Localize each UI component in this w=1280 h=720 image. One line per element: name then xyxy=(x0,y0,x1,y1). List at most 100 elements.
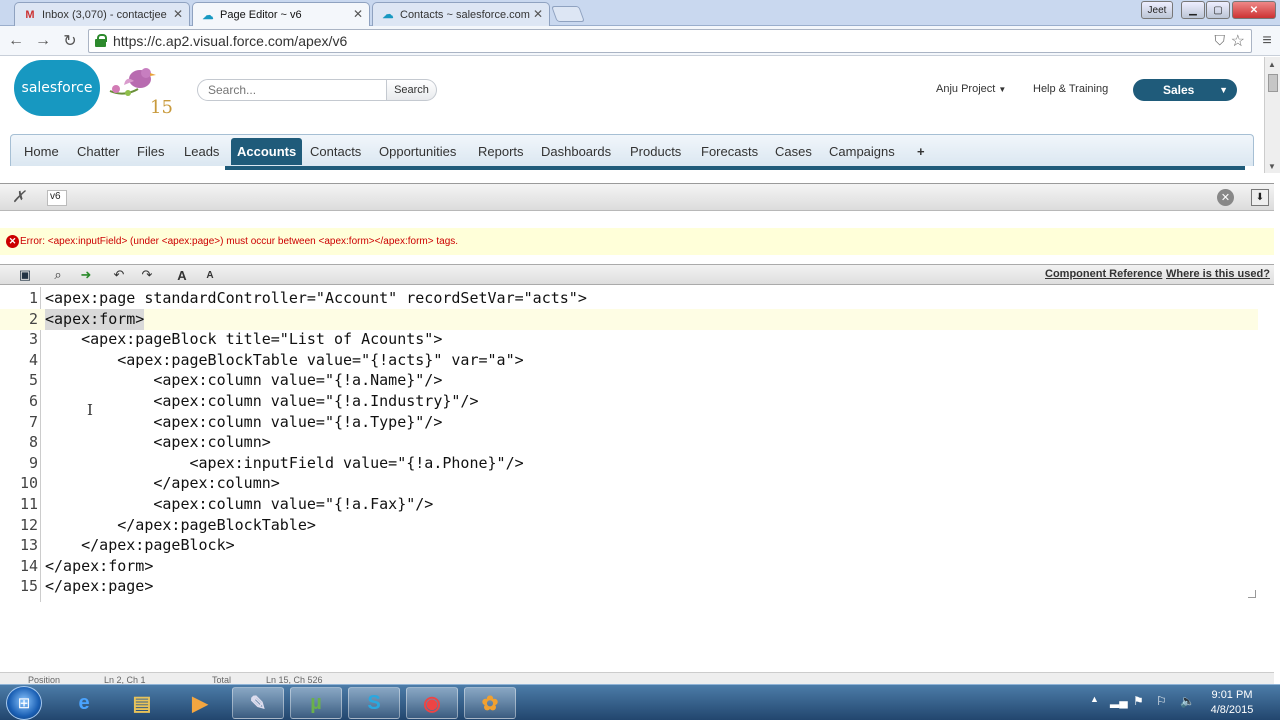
signal-icon[interactable]: ▂▄ xyxy=(1110,694,1128,708)
code-text[interactable]: <apex:column value="{!a.Fax}"/> xyxy=(45,494,433,515)
code-line[interactable]: 4 <apex:pageBlockTable value="{!acts}" v… xyxy=(0,350,1258,371)
user-badge[interactable]: Jeet xyxy=(1141,1,1173,19)
star-icon[interactable]: ☆ xyxy=(1231,31,1245,51)
start-button[interactable]: ⊞ xyxy=(6,686,42,720)
code-line[interactable]: 15 </apex:page> xyxy=(0,576,1258,597)
page-name-tab[interactable]: v6 xyxy=(47,190,67,206)
code-line[interactable]: 14 </apex:form> xyxy=(0,556,1258,577)
code-line[interactable]: 12 </apex:pageBlockTable> xyxy=(0,515,1258,536)
tab-leads[interactable]: Leads xyxy=(184,140,219,162)
code-line[interactable]: 6 <apex:column value="{!a.Industry}"/> xyxy=(0,391,1258,412)
address-bar[interactable]: https://c.ap2.visual.force.com/apex/v6 ⛉… xyxy=(88,29,1252,53)
tab-dashboards[interactable]: Dashboards xyxy=(541,140,611,162)
scroll-up-icon[interactable]: ▲ xyxy=(1268,60,1276,69)
new-tab-button[interactable] xyxy=(551,6,585,22)
code-line[interactable]: 7 <apex:column value="{!a.Type}"/> xyxy=(0,412,1258,433)
code-editor[interactable]: 1 <apex:page standardController="Account"… xyxy=(0,287,1260,602)
shield-icon[interactable]: ⛉ xyxy=(1215,32,1226,49)
component-reference-link[interactable]: Component Reference xyxy=(1045,268,1162,280)
code-text[interactable]: </apex:pageBlockTable> xyxy=(45,515,316,536)
file-explorer-icon[interactable]: ▤ xyxy=(116,687,168,719)
code-line[interactable]: 9 <apex:inputField value="{!a.Phone}"/> xyxy=(0,453,1258,474)
action-center-icon[interactable]: ⚐ xyxy=(1156,694,1167,708)
tab-cases[interactable]: Cases xyxy=(775,140,812,162)
tab-add-button[interactable]: + xyxy=(917,140,925,162)
tab-files[interactable]: Files xyxy=(137,140,164,162)
close-icon[interactable]: ✕ xyxy=(173,7,183,21)
search-icon[interactable]: ⌕ xyxy=(50,267,66,283)
code-text[interactable]: <apex:page standardController="Account" … xyxy=(45,288,587,309)
browser-tab-contacts[interactable]: ☁ Contacts ~ salesforce.com ✕ xyxy=(372,2,550,26)
notepad-app-icon[interactable]: ✎ xyxy=(232,687,284,719)
code-line[interactable]: 10 </apex:column> xyxy=(0,473,1258,494)
code-text[interactable]: <apex:column value="{!a.Name}"/> xyxy=(45,370,442,391)
code-line[interactable]: 13 </apex:pageBlock> xyxy=(0,535,1258,556)
minimize-button[interactable]: ▁ xyxy=(1181,1,1205,19)
code-line[interactable]: 8 <apex:column> xyxy=(0,432,1258,453)
code-text[interactable]: <apex:pageBlock title="List of Acounts"> xyxy=(45,329,442,350)
close-icon[interactable]: ✕ xyxy=(353,7,363,21)
search-button[interactable]: Search xyxy=(387,79,437,101)
utorrent-icon[interactable]: µ xyxy=(290,687,342,719)
increase-font-icon[interactable]: A xyxy=(174,267,190,283)
go-to-line-icon[interactable]: ➜ xyxy=(78,267,94,283)
undo-icon[interactable]: ↶ xyxy=(111,267,127,283)
internet-explorer-icon[interactable]: e xyxy=(58,687,110,719)
menu-icon[interactable]: ≡ xyxy=(1256,30,1278,52)
close-dev-panel-icon[interactable]: ✗ xyxy=(12,187,25,207)
tab-campaigns[interactable]: Campaigns xyxy=(829,140,895,162)
code-text[interactable]: <apex:inputField value="{!a.Phone}"/> xyxy=(45,453,523,474)
forward-arrow-icon[interactable]: → xyxy=(32,30,54,52)
code-line[interactable]: 3 <apex:pageBlock title="List of Acounts… xyxy=(0,329,1258,350)
close-icon[interactable]: ✕ xyxy=(533,7,543,21)
page-scrollbar[interactable]: ▲ ▼ xyxy=(1264,57,1280,173)
save-icon[interactable]: ▣ xyxy=(17,267,33,283)
collapse-panel-icon[interactable]: ✕ xyxy=(1217,189,1234,206)
where-used-link[interactable]: Where is this used? xyxy=(1166,268,1270,280)
show-hidden-icons-icon[interactable]: ▲ xyxy=(1090,694,1099,704)
media-player-icon[interactable]: ▶ xyxy=(174,687,226,719)
reload-icon[interactable]: ↻ xyxy=(59,30,81,52)
code-text[interactable]: <apex:column value="{!a.Industry}"/> xyxy=(45,391,478,412)
user-menu[interactable]: Anju Project ▼ xyxy=(936,83,1006,95)
tab-reports[interactable]: Reports xyxy=(478,140,524,162)
code-line[interactable]: 2 <apex:form> xyxy=(0,308,1258,330)
network-icon[interactable]: ⚑ xyxy=(1133,694,1144,708)
code-text[interactable]: </apex:form> xyxy=(45,556,153,577)
code-text[interactable]: <apex:column value="{!a.Type}"/> xyxy=(45,412,442,433)
tab-chatter[interactable]: Chatter xyxy=(77,140,120,162)
code-line[interactable]: 11 <apex:column value="{!a.Fax}"/> xyxy=(0,494,1258,515)
skype-icon[interactable]: S xyxy=(348,687,400,719)
tab-opportunities[interactable]: Opportunities xyxy=(379,140,456,162)
resize-handle[interactable] xyxy=(1248,590,1256,598)
search-input[interactable] xyxy=(197,79,387,101)
app-switcher-button[interactable]: Sales ▼ xyxy=(1133,79,1237,101)
browser-tab-page-editor[interactable]: ☁ Page Editor ~ v6 ✕ xyxy=(192,2,370,27)
scrollbar-thumb[interactable] xyxy=(1268,74,1278,92)
code-text[interactable]: <apex:pageBlockTable value="{!acts}" var… xyxy=(45,350,523,371)
window-close-button[interactable]: ✕ xyxy=(1232,1,1276,19)
tab-accounts[interactable]: Accounts xyxy=(231,138,303,165)
scroll-down-icon[interactable]: ▼ xyxy=(1268,162,1276,171)
volume-icon[interactable]: 🔈 xyxy=(1180,694,1195,708)
decrease-font-icon[interactable]: A xyxy=(202,267,218,283)
help-training-link[interactable]: Help & Training xyxy=(1033,83,1108,95)
browser-tab-gmail[interactable]: M Inbox (3,070) - contactjee ✕ xyxy=(14,2,190,26)
maximize-button[interactable]: ▢ xyxy=(1206,1,1230,19)
system-clock[interactable]: 9:01 PM 4/8/2015 xyxy=(1206,688,1258,718)
tab-forecasts[interactable]: Forecasts xyxy=(701,140,758,162)
code-text[interactable]: </apex:column> xyxy=(45,473,279,494)
tab-home[interactable]: Home xyxy=(24,140,59,162)
code-text[interactable]: <apex:form> xyxy=(45,308,145,330)
chrome-icon[interactable]: ◉ xyxy=(406,687,458,719)
code-line[interactable]: 5 <apex:column value="{!a.Name}"/> xyxy=(0,370,1258,391)
back-arrow-icon[interactable]: ← xyxy=(5,30,27,52)
code-line[interactable]: 1 <apex:page standardController="Account"… xyxy=(0,288,1258,309)
code-text[interactable]: </apex:pageBlock> xyxy=(45,535,235,556)
code-text[interactable]: <apex:column> xyxy=(45,432,270,453)
redo-icon[interactable]: ↷ xyxy=(139,267,155,283)
download-icon[interactable]: ⬇ xyxy=(1251,189,1269,206)
salesforce-logo[interactable]: salesforce xyxy=(14,60,100,116)
code-text[interactable]: </apex:page> xyxy=(45,576,153,597)
tab-contacts[interactable]: Contacts xyxy=(310,140,361,162)
